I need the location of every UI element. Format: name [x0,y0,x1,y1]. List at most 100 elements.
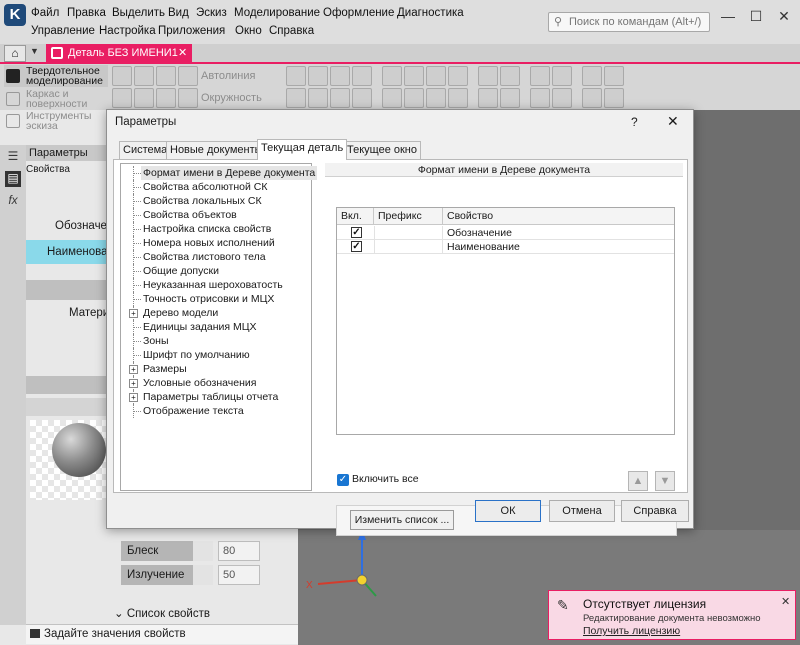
tool-icon[interactable] [478,88,498,108]
tree-item[interactable]: Единицы задания МЦХ [121,320,311,334]
tool-icon[interactable] [448,88,468,108]
checkbox-checked-icon[interactable]: ✓ [337,474,349,486]
tool-icon[interactable] [500,88,520,108]
tree-item[interactable]: + Условные обозначения [121,376,311,390]
tool-icon[interactable] [604,88,624,108]
autoline-icon[interactable] [178,66,198,86]
column-header[interactable]: Свойство [443,208,674,225]
tab-current-part[interactable]: Текущая деталь [257,139,348,160]
menu-settings[interactable]: Настройка [99,25,156,37]
prefix-cell[interactable] [374,226,443,240]
minimize-button[interactable]: — [716,8,740,24]
tree-item[interactable]: Настройка списка свойств [121,222,311,236]
tree-item[interactable]: Отображение текста [121,404,311,418]
variables-icon[interactable]: fx [5,193,21,209]
tool-icon[interactable] [382,88,402,108]
menu-applications[interactable]: Приложения [158,25,225,37]
tab-current-window[interactable]: Текущее окно [343,141,421,159]
move-up-button[interactable]: ▲ [628,471,648,491]
name-row[interactable]: Наименован [26,240,112,264]
tree-item[interactable]: Свойства объектов [121,208,311,222]
close-notice-icon[interactable]: ✕ [781,595,790,608]
close-window-button[interactable]: ✕ [772,8,796,25]
command-search[interactable]: ⚲ [548,12,710,32]
column-header[interactable]: Вкл. [337,208,374,225]
tool-icon[interactable] [426,88,446,108]
table-row[interactable]: ✓ Обозначение [337,226,674,240]
property-list-toggle[interactable]: ⌄ Список свойств [26,606,298,623]
tool-icon[interactable] [426,66,446,86]
tree-item[interactable]: Свойства листового тела [121,250,311,264]
circle-icon[interactable] [178,88,198,108]
menu-drafting[interactable]: Оформление [323,7,394,19]
tool-icon[interactable] [330,88,350,108]
menu-file[interactable]: Файл [31,7,59,19]
tool-icon[interactable] [352,66,372,86]
mode-wireframe-surfaces[interactable]: Каркас и поверхности [4,88,108,110]
menu-window[interactable]: Окно [235,25,262,37]
tool-icon[interactable] [286,66,306,86]
tool-icon[interactable] [448,66,468,86]
tree-item[interactable]: + Параметры таблицы отчета [121,390,311,404]
menu-select[interactable]: Выделить [112,7,165,19]
tool-icon[interactable] [404,66,424,86]
tool-icon[interactable] [552,88,572,108]
dialog-close-icon[interactable]: ✕ [667,113,679,130]
mode-solid-modeling[interactable]: Твердотельное моделирование [4,65,108,87]
tree-item[interactable]: Номера новых исполнений [121,236,311,250]
table-row[interactable]: ✓ Наименование [337,240,674,254]
tool-icon[interactable] [112,88,132,108]
maximize-button[interactable]: ☐ [744,8,768,25]
tool-icon[interactable] [582,88,602,108]
tree-icon[interactable]: ☰ [5,149,21,165]
expand-icon[interactable]: + [129,379,138,388]
tab-document[interactable]: Деталь БЕЗ ИМЕНИ1 ✕ [46,44,192,63]
menu-view[interactable]: Вид [168,7,189,19]
tree-item[interactable]: Шрифт по умолчанию [121,348,311,362]
property-cell[interactable]: Обозначение [447,226,512,240]
row-enabled-checkbox[interactable]: ✓ [351,227,362,238]
tool-icon[interactable] [156,88,176,108]
tool-icon[interactable] [308,88,328,108]
menu-help[interactable]: Справка [269,25,314,37]
tool-icon[interactable] [134,88,154,108]
tree-item[interactable]: + Размеры [121,362,311,376]
autoline-label[interactable]: Автолиния [201,70,255,82]
menu-sketch[interactable]: Эскиз [196,7,227,19]
tool-icon[interactable] [530,66,550,86]
tool-icon[interactable] [478,66,498,86]
ok-button[interactable]: ОК [475,500,541,522]
column-header[interactable]: Префикс [374,208,443,225]
tool-icon[interactable] [382,66,402,86]
tree-item[interactable]: Неуказанная шероховатость [121,278,311,292]
help-button[interactable]: Справка [621,500,689,522]
tool-icon[interactable] [352,88,372,108]
tool-icon[interactable] [604,66,624,86]
tree-item[interactable]: Общие допуски [121,264,311,278]
properties-icon[interactable]: ▤ [5,171,21,187]
tool-icon[interactable] [530,88,550,108]
expand-icon[interactable]: + [129,365,138,374]
tool-icon[interactable] [112,66,132,86]
tool-icon[interactable] [404,88,424,108]
tool-icon[interactable] [552,66,572,86]
prefix-cell[interactable] [374,240,443,254]
material-row[interactable]: Матери [69,307,109,319]
dialog-help-icon[interactable]: ? [631,115,638,129]
home-icon[interactable]: ⌂ [4,45,26,62]
tool-icon[interactable] [330,66,350,86]
tree-item[interactable]: Формат имени в Дереве документа [121,166,318,180]
tabs-dropdown-icon[interactable]: ▼ [30,46,39,56]
menu-modeling[interactable]: Моделирование [234,7,320,19]
tree-item[interactable]: Точность отрисовки и МЦХ [121,292,311,306]
cancel-button[interactable]: Отмена [549,500,615,522]
menu-management[interactable]: Управление [31,25,95,37]
shine-value[interactable]: 80 [218,541,260,561]
row-enabled-checkbox[interactable]: ✓ [351,241,362,252]
tab-new-documents[interactable]: Новые документы [166,141,267,159]
property-cell[interactable]: Наименование [447,240,520,254]
expand-icon[interactable]: + [129,309,138,318]
mode-sketch-tools[interactable]: Инструменты эскиза [4,110,108,132]
command-search-input[interactable] [567,14,707,30]
change-list-button[interactable]: Изменить список ... [350,510,454,530]
